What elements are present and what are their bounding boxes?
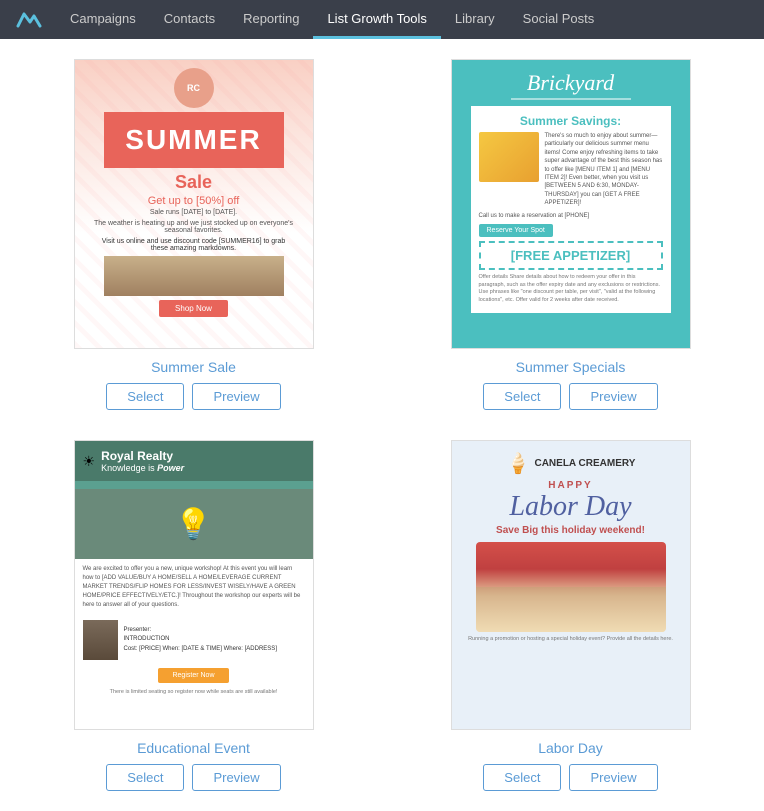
sun-icon: ☀: [83, 453, 96, 470]
brickyard-title: Brickyard: [527, 70, 614, 96]
edu-company-info: Royal Realty Knowledge is Power: [101, 449, 184, 473]
edu-presenter-details: Cost: [PRICE] When: [DATE & TIME] Where:…: [124, 645, 277, 655]
summer-sale-name: Summer Sale: [151, 359, 236, 375]
educational-event-name: Educational Event: [137, 740, 250, 756]
summer-sale-button-group: Select Preview: [106, 383, 280, 410]
edu-presenter-label: Presenter:: [124, 626, 277, 636]
summer-sale-preview-button[interactable]: Preview: [192, 383, 280, 410]
labor-day-name: Labor Day: [538, 740, 603, 756]
brickyard-body-text: There's so much to enjoy about summer—pa…: [545, 132, 663, 208]
summer-sale-summer-text: SUMMER: [112, 124, 276, 156]
brickyard-subtitle: Summer Savings:: [479, 114, 663, 128]
main-navigation: Campaigns Contacts Reporting List Growth…: [0, 0, 764, 39]
brickyard-phone: Call us to make a reservation at [PHONE]: [479, 212, 663, 220]
edu-footer-text: There is limited seating so register now…: [75, 687, 313, 697]
template-card-summer-sale: RC SUMMER Sale Get up to [50%] off Sale …: [20, 59, 367, 410]
edu-presenter-text: Presenter: INTRODUCTION Cost: [PRICE] Wh…: [124, 626, 277, 655]
labor-day-thumbnail: 🍦 CANELA CREAMERY HAPPY Labor Day Save B…: [451, 440, 691, 730]
summer-specials-select-button[interactable]: Select: [483, 383, 561, 410]
summer-sale-body: The weather is heating up and we just st…: [83, 220, 305, 234]
labor-day-subtitle: Save Big this holiday weekend!: [496, 525, 645, 536]
brickyard-content-row: There's so much to enjoy about summer—pa…: [479, 132, 663, 208]
nav-item-library[interactable]: Library: [441, 0, 509, 39]
nav-item-campaigns[interactable]: Campaigns: [56, 0, 150, 39]
educational-event-preview-button[interactable]: Preview: [192, 764, 280, 791]
nav-item-reporting[interactable]: Reporting: [229, 0, 313, 39]
app-logo: [10, 6, 46, 34]
edu-presenter-box: Presenter: INTRODUCTION Cost: [PRICE] Wh…: [75, 616, 313, 664]
edu-slogan: Knowledge is Power: [101, 463, 184, 473]
summer-sale-photo: [104, 256, 284, 296]
summer-sale-thumbnail: RC SUMMER Sale Get up to [50%] off Sale …: [74, 59, 314, 349]
summer-specials-preview-button[interactable]: Preview: [569, 383, 657, 410]
edu-teal-bar: [75, 481, 313, 489]
brickyard-coupon: [FREE APPETIZER]: [479, 241, 663, 270]
labor-day-button-group: Select Preview: [483, 764, 657, 791]
summer-sale-dates: Sale runs [DATE] to [DATE].: [140, 209, 247, 216]
labor-day-select-button[interactable]: Select: [483, 764, 561, 791]
labor-day-dessert-image: [476, 542, 666, 632]
template-card-educational-event: ☀ Royal Realty Knowledge is Power 💡 We a…: [20, 440, 367, 791]
template-card-summer-specials: Brickyard Summer Savings: There's so muc…: [397, 59, 744, 410]
educational-event-button-group: Select Preview: [106, 764, 280, 791]
edu-presenter-intro: INTRODUCTION: [124, 635, 277, 645]
labor-day-happy: HAPPY: [548, 480, 592, 491]
template-grid: RC SUMMER Sale Get up to [50%] off Sale …: [20, 59, 744, 791]
brickyard-coupon-text: [FREE APPETIZER]: [491, 248, 651, 263]
labor-day-company: CANELA CREAMERY: [534, 458, 635, 469]
edu-register-button: Register Now: [158, 668, 228, 683]
summer-sale-sale-label: Sale: [175, 172, 212, 193]
summer-specials-thumbnail: Brickyard Summer Savings: There's so muc…: [451, 59, 691, 349]
edu-body-text: We are excited to offer you a new, uniqu…: [75, 559, 313, 616]
labor-day-title: Labor Day: [509, 491, 631, 523]
brickyard-food-image: [479, 132, 539, 182]
summer-specials-button-group: Select Preview: [483, 383, 657, 410]
educational-event-thumbnail: ☀ Royal Realty Knowledge is Power 💡 We a…: [74, 440, 314, 730]
summer-sale-shop-button: Shop Now: [159, 300, 228, 317]
nav-item-contacts[interactable]: Contacts: [150, 0, 229, 39]
labor-day-footer: Running a promotion or hosting a special…: [462, 636, 679, 642]
labor-day-logo-icon: 🍦: [506, 451, 531, 476]
brickyard-reserve-button: Reserve Your Spot: [479, 224, 553, 237]
edu-company-name: Royal Realty: [101, 449, 184, 463]
edu-header: ☀ Royal Realty Knowledge is Power: [75, 441, 313, 481]
brickyard-white-box: Summer Savings: There's so much to enjoy…: [471, 106, 671, 313]
labor-day-logo: 🍦 CANELA CREAMERY: [506, 451, 636, 476]
summer-sale-logo: RC: [174, 68, 214, 108]
labor-day-preview-button[interactable]: Preview: [569, 764, 657, 791]
brickyard-deco-line: [511, 98, 631, 100]
edu-bulb-section: 💡: [75, 489, 313, 559]
nav-item-list-growth-tools[interactable]: List Growth Tools: [313, 0, 440, 39]
summer-sale-select-button[interactable]: Select: [106, 383, 184, 410]
bulb-icon: 💡: [175, 507, 212, 542]
main-content: RC SUMMER Sale Get up to [50%] off Sale …: [0, 39, 764, 811]
summer-sale-offer: Get up to [50%] off: [148, 195, 240, 207]
edu-event-inner: ☀ Royal Realty Knowledge is Power 💡 We a…: [75, 441, 313, 697]
educational-event-select-button[interactable]: Select: [106, 764, 184, 791]
summer-specials-name: Summer Specials: [516, 359, 626, 375]
template-card-labor-day: 🍦 CANELA CREAMERY HAPPY Labor Day Save B…: [397, 440, 744, 791]
summer-sale-code-text: Visit us online and use discount code [S…: [83, 238, 305, 252]
nav-item-social-posts[interactable]: Social Posts: [509, 0, 609, 39]
summer-sale-headline-box: SUMMER: [104, 112, 284, 168]
brickyard-offer-details: Offer details Share details about how to…: [479, 274, 663, 305]
edu-presenter-photo: [83, 620, 118, 660]
